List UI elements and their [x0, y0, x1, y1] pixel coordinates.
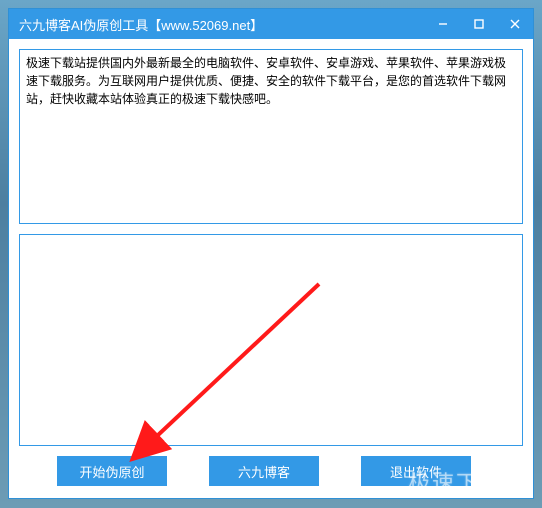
- close-button[interactable]: [497, 9, 533, 39]
- window-title: 六九博客AI伪原创工具【www.52069.net】: [19, 15, 263, 34]
- window-body: [9, 39, 533, 456]
- minimize-button[interactable]: [425, 9, 461, 39]
- titlebar: 六九博客AI伪原创工具【www.52069.net】: [9, 9, 533, 39]
- button-row: 开始伪原创 六九博客 退出软件: [9, 456, 533, 498]
- blog-button[interactable]: 六九博客: [209, 456, 319, 486]
- exit-button[interactable]: 退出软件: [361, 456, 471, 486]
- start-button[interactable]: 开始伪原创: [57, 456, 167, 486]
- output-textarea[interactable]: [19, 234, 523, 446]
- app-window: 六九博客AI伪原创工具【www.52069.net】 开始伪原创 六九博客 退出…: [8, 8, 534, 499]
- input-textarea[interactable]: [19, 49, 523, 224]
- maximize-button[interactable]: [461, 9, 497, 39]
